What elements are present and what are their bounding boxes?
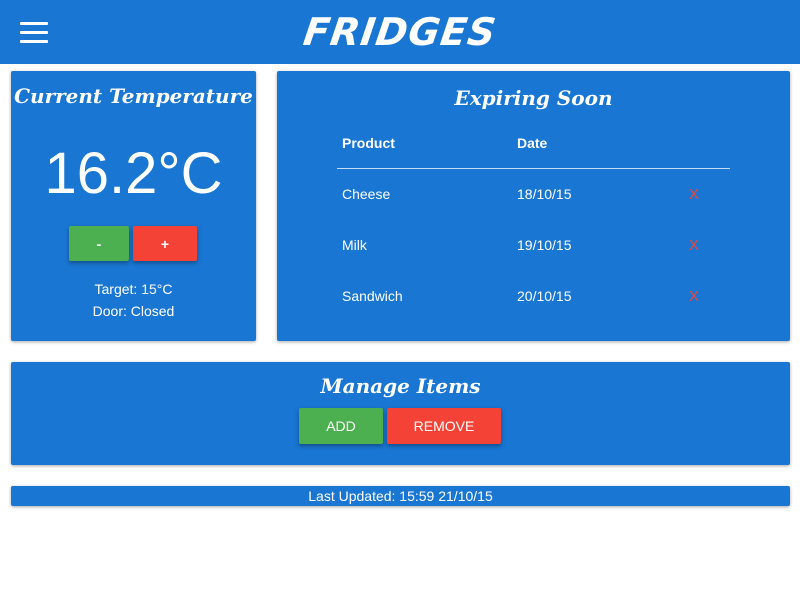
add-item-button[interactable]: ADD [299,408,383,444]
current-temperature-title: Current Temperature [14,84,253,108]
increase-temperature-button[interactable]: + [133,226,197,261]
last-updated-status: Last Updated: 15:59 21/10/15 [11,486,790,506]
remove-item-button[interactable]: X [689,186,699,203]
decrease-temperature-button[interactable]: - [69,226,129,261]
table-row: Milk 19/10/15 X [337,220,730,271]
table-row: Sandwich 20/10/15 X [337,271,730,322]
expiring-soon-card: Expiring Soon Product Date Cheese 18/10/… [277,71,790,341]
product-name: Cheese [342,186,391,202]
manage-items-title: Manage Items [320,374,481,398]
expiry-date: 18/10/15 [517,186,572,202]
expiry-date: 19/10/15 [517,237,572,253]
table-header: Product Date [337,131,730,169]
product-name: Milk [342,237,367,253]
expiring-table: Product Date Cheese 18/10/15 X Milk 19/1… [337,131,730,322]
remove-item-button[interactable]: X [689,288,699,305]
door-status: Door: Closed [92,303,175,319]
current-temperature-value: 16.2°C [44,141,223,206]
manage-items-card: Manage Items ADD REMOVE [11,362,790,465]
remove-item-button[interactable]: X [689,237,699,254]
expiry-date: 20/10/15 [517,288,572,304]
target-temperature: Target: 15°C [94,281,173,297]
expiring-soon-title: Expiring Soon [454,86,613,110]
remove-items-button[interactable]: REMOVE [387,408,501,444]
current-temperature-card: Current Temperature 16.2°C - + Target: 1… [11,71,256,341]
app-header: FRIDGES [0,0,800,64]
table-row: Cheese 18/10/15 X [337,169,730,220]
column-header-product: Product [342,135,395,151]
column-header-date: Date [517,135,548,151]
app-title: FRIDGES [300,10,500,54]
product-name: Sandwich [342,288,403,304]
